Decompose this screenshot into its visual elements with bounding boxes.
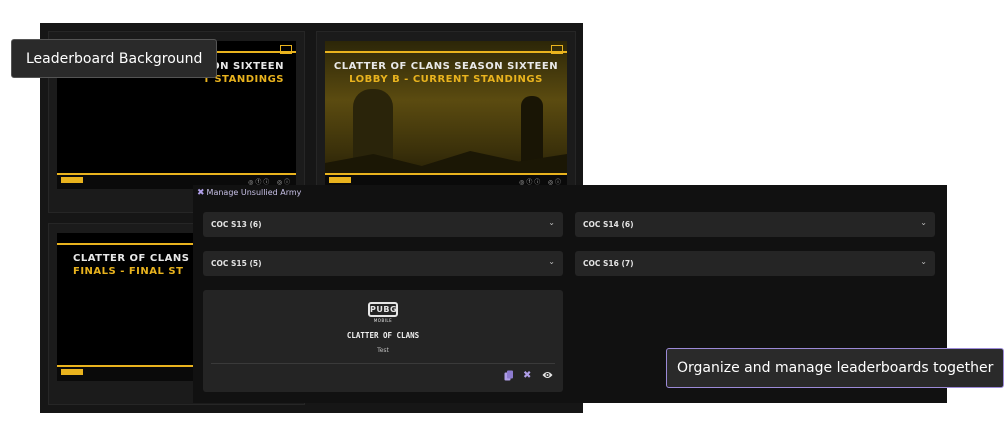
group-accordion-coc-s14[interactable]: COC S14 (6) ⌄	[575, 212, 935, 237]
badge-icon	[551, 45, 563, 54]
leaderboard-background-tooltip: Leaderboard Background	[11, 39, 218, 78]
copy-icon[interactable]	[504, 370, 514, 384]
leaderboard-name: CLATTER OF CLANS	[346, 331, 420, 340]
group-accordion-coc-s15[interactable]: COC S15 (5) ⌄	[203, 251, 563, 276]
chevron-down-icon[interactable]: ⌄	[548, 218, 555, 227]
tools-icon[interactable]: ✖	[523, 370, 531, 381]
leaderboard-thumbnail-image: CLATTER OF CLANS SEASON SIXTEEN LOBBY B …	[325, 41, 567, 189]
group-label: COC S14 (6)	[583, 220, 634, 229]
pubg-mobile-logo: PUBG MOBILE	[368, 302, 398, 324]
panel-title: ✖ Manage Unsullied Army	[197, 188, 301, 198]
group-label: COC S13 (6)	[211, 220, 262, 229]
panel-title-text: Manage Unsullied Army	[206, 188, 302, 197]
leaderboard-card[interactable]: PUBG MOBILE CLATTER OF CLANS Test ✖	[203, 290, 563, 392]
chevron-down-icon[interactable]: ⌄	[548, 257, 555, 266]
badge-icon	[280, 45, 292, 54]
tools-icon: ✖	[197, 188, 205, 198]
organize-leaderboards-tooltip: Organize and manage leaderboards togethe…	[666, 348, 1005, 388]
thumbnail-title: CLATTER OF CLANS SEASON SIXTEEN	[333, 61, 559, 72]
divider	[211, 363, 555, 364]
group-label: COC S16 (7)	[583, 259, 634, 268]
chevron-down-icon[interactable]: ⌄	[920, 218, 927, 227]
group-accordion-coc-s16[interactable]: COC S16 (7) ⌄	[575, 251, 935, 276]
chevron-down-icon[interactable]: ⌄	[920, 257, 927, 266]
thumbnail-subtitle: LOBBY B - CURRENT STANDINGS	[349, 74, 543, 85]
group-label: COC S15 (5)	[211, 259, 262, 268]
eye-icon[interactable]	[542, 370, 553, 383]
group-accordion-coc-s13[interactable]: COC S13 (6) ⌄	[203, 212, 563, 237]
leaderboard-description: Test	[377, 347, 389, 354]
